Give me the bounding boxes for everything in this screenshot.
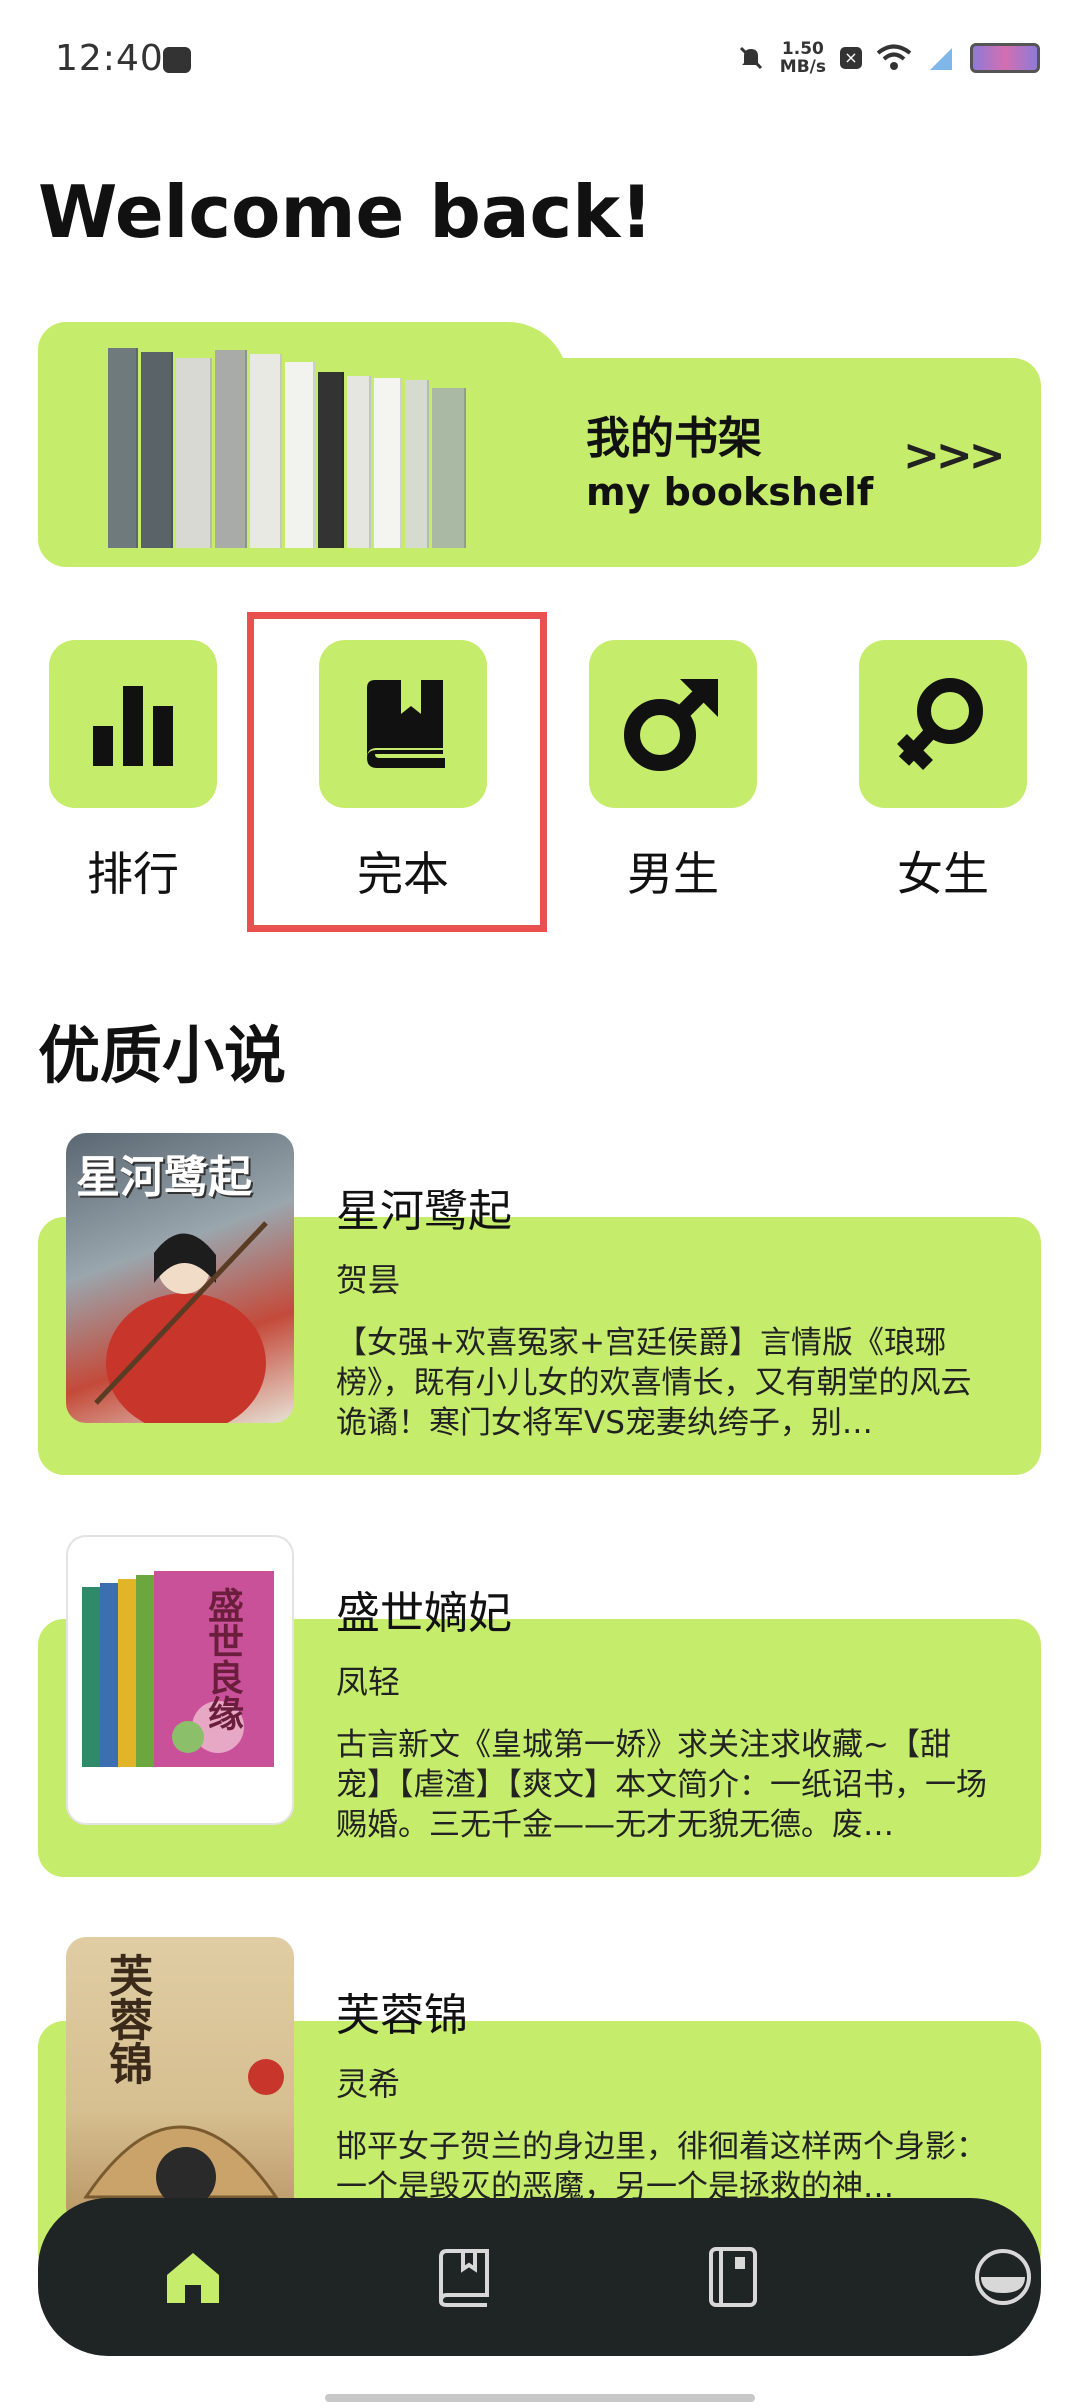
battery-icon: [970, 43, 1040, 73]
male-icon: [624, 679, 718, 771]
home-indicator[interactable]: [325, 2394, 755, 2402]
highlight-box: [247, 612, 547, 932]
cover-title: 芙蓉锦: [101, 1953, 152, 2085]
home-icon: [167, 2253, 219, 2303]
message-notification-icon: [163, 47, 191, 73]
novel-card[interactable]: 星河鹭起 星河鹭起 贺昙 【女强+欢喜冤家+宫廷侯爵】言情版《琅琊榜》，既有小儿…: [38, 1133, 1041, 1478]
novel-description: 邯平女子贺兰的身边里，徘徊着这样两个身影：一个是毁灭的恶魔，另一个是拯救的神…: [336, 2129, 987, 2205]
cover-bookset-illustration: [82, 1571, 274, 1767]
category-label: 排行: [87, 847, 179, 901]
bookshelf-icon: [439, 2249, 489, 2307]
bottom-navigation: [38, 2198, 1041, 2356]
novel-card[interactable]: 盛世良缘 盛世嫡妃 凤轻 古言新文《皇城第一娇》求关注求收藏~【甜宠】【虐渣】【…: [38, 1535, 1041, 1880]
profile-icon: [975, 2249, 1031, 2305]
chevron-right-icon: >>>: [903, 430, 1006, 481]
status-bar: 12:40 1.50 MB/s ×: [0, 0, 1080, 120]
book-spine: [108, 348, 138, 548]
category-icon-tile: [859, 640, 1027, 808]
novel-title: 盛世嫡妃: [336, 1588, 512, 1639]
book-spine: [347, 376, 371, 548]
book-cover: 盛世良缘: [66, 1535, 294, 1825]
female-icon: [897, 678, 983, 770]
book-spine: [250, 354, 282, 548]
category-ranking[interactable]: 排行: [48, 640, 218, 904]
cover-figure-illustration: [94, 1221, 268, 1423]
status-icons: 1.50 MB/s ×: [736, 40, 1040, 76]
book-spine: [318, 372, 344, 548]
category-label: 男生: [627, 847, 719, 901]
notebook-icon: [709, 2247, 757, 2307]
welcome-title: Welcome back!: [38, 170, 653, 254]
novel-title: 星河鹭起: [336, 1186, 512, 1237]
novel-description: 【女强+欢喜冤家+宫廷侯爵】言情版《琅琊榜》，既有小儿女的欢喜情长，又有朝堂的风…: [336, 1325, 972, 1441]
novel-description: 古言新文《皇城第一娇》求关注求收藏~【甜宠】【虐渣】【爽文】本文简介：一纸诏书，…: [336, 1727, 987, 1843]
book-spine: [405, 380, 429, 548]
novel-author: 灵希: [336, 2065, 401, 2103]
category-icon-tile: [589, 640, 757, 808]
novel-author: 凤轻: [336, 1663, 401, 1701]
nav-profile[interactable]: [962, 2236, 1044, 2318]
bookshelf-title-en: my bookshelf: [586, 470, 874, 514]
status-time: 12:40: [55, 38, 164, 79]
nav-bookshelf[interactable]: [422, 2236, 504, 2318]
category-male[interactable]: 男生: [588, 640, 758, 904]
book-spine: [432, 388, 466, 548]
cover-title: 盛世良缘: [202, 1587, 243, 1731]
book-spine: [285, 362, 315, 548]
mute-icon: [739, 46, 762, 70]
category-female[interactable]: 女生: [858, 640, 1028, 904]
novel-author: 贺昙: [336, 1261, 401, 1299]
category-label: 女生: [897, 847, 989, 901]
novel-title: 芙蓉锦: [336, 1990, 468, 2041]
book-spine: [141, 352, 173, 548]
wifi-icon: [876, 44, 912, 70]
signal-icon: [930, 48, 952, 70]
nav-notebook[interactable]: [692, 2236, 774, 2318]
section-title: 优质小说: [38, 1019, 287, 1092]
close-box-icon: ×: [840, 47, 862, 69]
category-icon-tile: [49, 640, 217, 808]
nav-home[interactable]: [152, 2236, 234, 2318]
my-bookshelf-banner[interactable]: 我的书架 my bookshelf >>>: [38, 322, 1041, 567]
book-spine: [215, 350, 247, 548]
bar-chart-icon: [93, 686, 173, 766]
network-speed: 1.50 MB/s: [779, 39, 826, 77]
book-spine: [374, 378, 402, 548]
book-cover: 芙蓉锦: [66, 1937, 294, 2227]
bookshelf-illustration: [108, 330, 518, 548]
book-spine: [176, 358, 212, 548]
book-cover: 星河鹭起: [66, 1133, 294, 1423]
bookshelf-title-cn: 我的书架: [586, 413, 762, 464]
